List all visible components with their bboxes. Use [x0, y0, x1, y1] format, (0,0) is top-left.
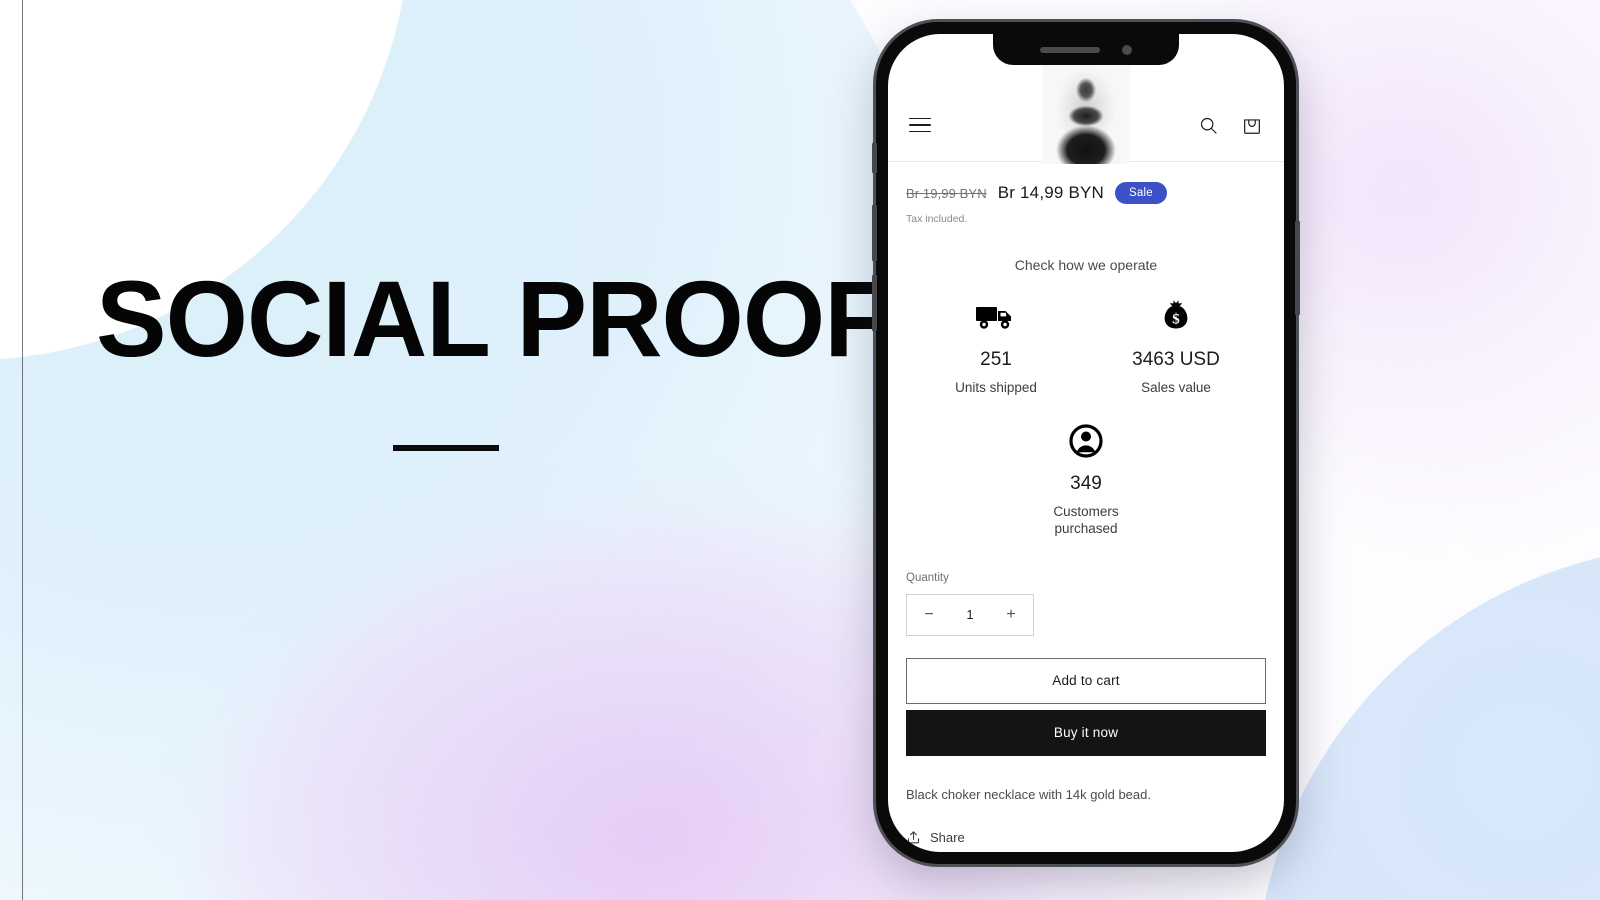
- phone-power-button[interactable]: [1295, 220, 1300, 316]
- page-title: SOCIAL PROOF: [96, 258, 889, 379]
- stat-label: Sales value: [1141, 380, 1211, 395]
- product-description: Black choker necklace with 14k gold bead…: [906, 786, 1151, 802]
- product-content: Br 19,99 BYN Br 14,99 BYN Sale Tax inclu…: [888, 162, 1284, 845]
- background-blob-periwinkle: [1255, 545, 1600, 900]
- search-button[interactable]: [1194, 111, 1222, 139]
- title-underline-rule: [393, 445, 499, 451]
- earpiece-speaker: [1040, 46, 1100, 53]
- social-proof-stats: 251 Units shipped $ 3463 USD Sales value: [906, 297, 1266, 538]
- share-label: Share: [930, 829, 965, 845]
- front-camera-icon: [1122, 44, 1132, 55]
- brand-portrait-logo-icon: [1042, 64, 1130, 164]
- stat-value: 251: [980, 349, 1012, 370]
- stat-label: Customers purchased: [1053, 503, 1119, 537]
- shopping-bag-icon: [1244, 119, 1260, 134]
- header-right-group: [1194, 111, 1266, 145]
- search-icon: [1200, 117, 1217, 134]
- hamburger-menu-icon: [909, 117, 931, 133]
- cart-button[interactable]: [1238, 111, 1266, 139]
- left-edge-rule: [22, 0, 23, 900]
- tax-note: Tax included.: [906, 213, 968, 225]
- stat-sales-value: $ 3463 USD Sales value: [1086, 297, 1266, 397]
- social-proof-title: Check how we operate: [1014, 257, 1158, 273]
- phone-mute-switch[interactable]: [872, 142, 877, 174]
- stat-value: 349: [1070, 472, 1102, 494]
- store-logo[interactable]: [1042, 64, 1130, 164]
- delivery-truck-icon: [975, 297, 1017, 337]
- customer-person-icon: [1067, 421, 1105, 461]
- quantity-increase-button[interactable]: +: [1003, 606, 1019, 624]
- price-row: Br 19,99 BYN Br 14,99 BYN Sale: [906, 162, 1266, 204]
- headline-block: SOCIAL PROOF: [96, 258, 889, 451]
- share-upload-icon: [907, 831, 920, 844]
- phone-screen: Br 19,99 BYN Br 14,99 BYN Sale Tax inclu…: [888, 34, 1284, 852]
- phone-volume-up-button[interactable]: [872, 204, 877, 262]
- slide-canvas: SOCIAL PROOF Br 19,99 BYN Br 14,99 BYN S…: [0, 0, 1600, 900]
- price-original: Br 19,99 BYN: [906, 185, 987, 201]
- quantity-stepper[interactable]: − 1 +: [906, 593, 1034, 636]
- stat-customers-purchased: 349 Customers purchased: [906, 421, 1266, 538]
- buy-it-now-button[interactable]: Buy it now: [906, 709, 1266, 756]
- phone-mockup: Br 19,99 BYN Br 14,99 BYN Sale Tax inclu…: [872, 22, 1300, 864]
- money-bag-icon: $: [1157, 297, 1195, 337]
- phone-volume-down-button[interactable]: [872, 274, 877, 332]
- svg-text:$: $: [1172, 312, 1180, 328]
- stat-units-shipped: 251 Units shipped: [906, 297, 1086, 397]
- stat-value: 3463 USD: [1132, 349, 1220, 370]
- stat-label: Units shipped: [955, 380, 1037, 395]
- phone-notch: [993, 34, 1179, 65]
- header-left-group: [906, 111, 934, 145]
- share-button[interactable]: Share: [906, 830, 1266, 845]
- quantity-decrease-button[interactable]: −: [921, 606, 937, 624]
- menu-button[interactable]: [906, 111, 934, 139]
- quantity-input[interactable]: 1: [966, 607, 973, 622]
- status-badge-sale: Sale: [1115, 182, 1167, 204]
- add-to-cart-button[interactable]: Add to cart: [906, 657, 1266, 704]
- price-current: Br 14,99 BYN: [997, 183, 1105, 202]
- quantity-label: Quantity: [906, 571, 949, 584]
